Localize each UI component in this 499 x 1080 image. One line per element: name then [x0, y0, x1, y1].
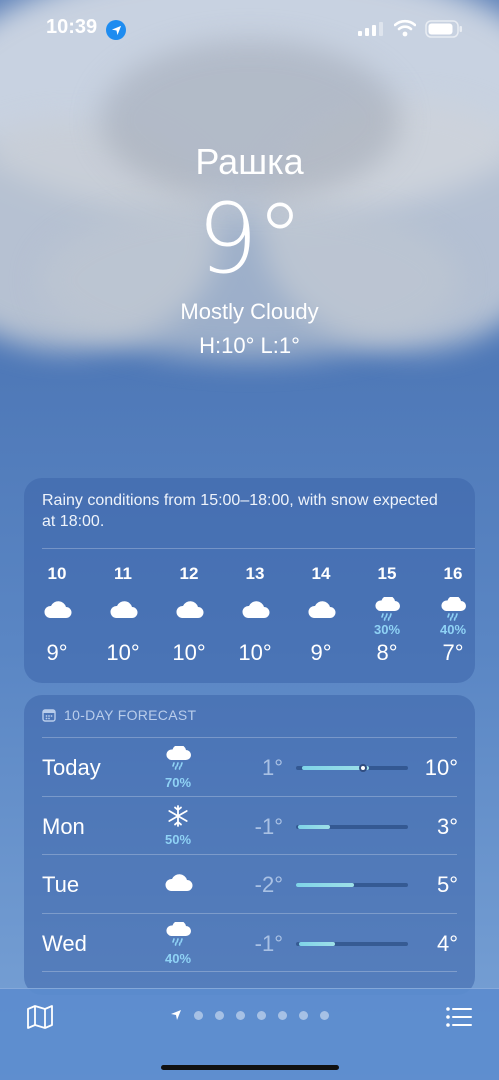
hour-label: 14 — [311, 564, 331, 583]
cloud-icon — [98, 596, 148, 622]
temperature-range-bar — [296, 941, 408, 946]
page-dot[interactable] — [299, 1010, 308, 1020]
temperature-range-fill — [299, 941, 336, 946]
precip-chance: 40% — [439, 622, 467, 637]
precip-chance — [164, 622, 214, 638]
forecast-day-row[interactable]: Mon 50% -1° 3° — [24, 797, 475, 855]
precip-chance: 30% — [373, 622, 401, 637]
low-temperature: -1° — [254, 930, 283, 956]
cloud-rain-icon — [362, 596, 412, 622]
wifi-icon — [394, 19, 416, 37]
hourly-forecast-card[interactable]: Rainy conditions from 15:00–18:00, with … — [24, 478, 475, 683]
high-temperature: 10° — [424, 755, 458, 780]
temperature-range-bar — [296, 764, 408, 772]
hour-item: 16 40% 7° — [428, 564, 478, 666]
hour-item: 10 9° — [32, 564, 82, 666]
precip-chance — [296, 622, 346, 638]
forecast-day-row[interactable]: Wed 40% -1° 4° — [24, 914, 475, 972]
snowflake-icon: 50% — [158, 804, 198, 847]
forecast-header: 10-DAY FORECAST — [42, 707, 196, 723]
temperature-range-bar — [296, 883, 408, 887]
day-name: Today — [42, 755, 101, 780]
home-indicator[interactable] — [161, 1065, 339, 1070]
hour-label: 15 — [377, 564, 397, 583]
map-icon[interactable] — [26, 1004, 54, 1030]
hour-label: 11 — [114, 564, 132, 583]
hour-temperature: 9° — [46, 640, 68, 665]
day-name: Mon — [42, 813, 85, 839]
divider — [42, 548, 475, 549]
high-temperature: 3° — [436, 813, 458, 839]
current-condition: Mostly Cloudy — [180, 299, 319, 324]
precip-chance — [32, 622, 82, 638]
hour-temperature: 7° — [442, 640, 464, 665]
city-name: Рашка — [195, 141, 304, 182]
location-arrow-icon — [106, 20, 126, 40]
ten-day-forecast-card[interactable]: 10-DAY FORECAST Today 70% 1° 10° Mon 50% -1° 3°… — [24, 695, 475, 995]
hourly-summary: Rainy conditions from 15:00–18:00, with … — [42, 492, 438, 530]
cellular-signal-icon — [358, 22, 383, 36]
cloud-icon — [164, 596, 214, 622]
hour-item: 15 30% 8° — [362, 564, 412, 666]
cloud-rain-icon — [428, 596, 478, 622]
cloud-rain-icon: 70% — [158, 744, 198, 790]
weather-header: Рашка 9° Mostly Cloudy H:10° L:1° — [0, 140, 499, 361]
page-indicator[interactable] — [170, 1009, 329, 1021]
cloud-icon — [230, 596, 280, 622]
forecast-day-row[interactable]: Tue -2° 5° — [24, 855, 475, 913]
temperature-range-bar — [296, 824, 408, 829]
calendar-icon — [42, 709, 56, 722]
high-temperature: 5° — [436, 872, 458, 897]
hour-label: 13 — [245, 564, 265, 583]
cloud-rain-icon: 40% — [158, 920, 198, 966]
precip-chance: 50% — [164, 831, 192, 847]
forecast-day-row[interactable]: Today 70% 1° 10° — [24, 738, 475, 796]
precip-chance: 70% — [164, 775, 192, 790]
hour-item: 11 10° — [98, 564, 148, 666]
cloud-icon — [158, 872, 198, 897]
page-dot[interactable] — [215, 1010, 224, 1020]
status-bar: 10:39 — [0, 0, 499, 60]
battery-icon — [425, 20, 462, 38]
temperature-range-fill — [298, 824, 330, 829]
low-temperature: 1° — [261, 755, 283, 780]
precip-chance — [230, 622, 280, 638]
forecast-title: 10-DAY FORECAST — [64, 707, 197, 723]
current-temperature: 9° — [196, 183, 304, 295]
hour-temperature: 10° — [238, 640, 272, 665]
hour-label: 12 — [179, 564, 199, 583]
hour-item: 14 9° — [296, 564, 346, 666]
hour-temperature: 8° — [376, 640, 398, 665]
hour-temperature: 10° — [106, 640, 140, 665]
page-dot[interactable] — [257, 1010, 266, 1020]
page-dot[interactable] — [278, 1010, 287, 1020]
low-temperature: -2° — [254, 872, 283, 897]
hour-temperature: 9° — [310, 640, 332, 665]
day-name: Wed — [42, 930, 87, 956]
location-page-icon[interactable] — [170, 1009, 182, 1021]
page-dot[interactable] — [194, 1010, 203, 1020]
precip-chance: 40% — [164, 950, 192, 966]
page-dot[interactable] — [236, 1010, 245, 1020]
divider — [42, 971, 457, 972]
page-dot[interactable] — [320, 1010, 329, 1020]
cloud-icon — [296, 596, 346, 622]
cloud-icon — [32, 596, 82, 622]
hour-item: 13 10° — [230, 564, 280, 666]
temperature-range-fill — [296, 883, 355, 887]
high-low: H:10° L:1° — [199, 333, 300, 358]
list-icon[interactable] — [445, 1005, 473, 1029]
day-name: Tue — [42, 872, 80, 897]
hour-label: 10 — [47, 564, 67, 583]
hour-item: 12 10° — [164, 564, 214, 666]
precip-chance — [98, 622, 148, 638]
hour-temperature: 10° — [172, 640, 206, 665]
status-time: 10:39 — [46, 16, 98, 38]
low-temperature: -1° — [254, 813, 283, 839]
high-temperature: 4° — [436, 930, 458, 956]
hour-label: 16 — [443, 564, 463, 583]
current-temperature-dot — [359, 764, 368, 772]
